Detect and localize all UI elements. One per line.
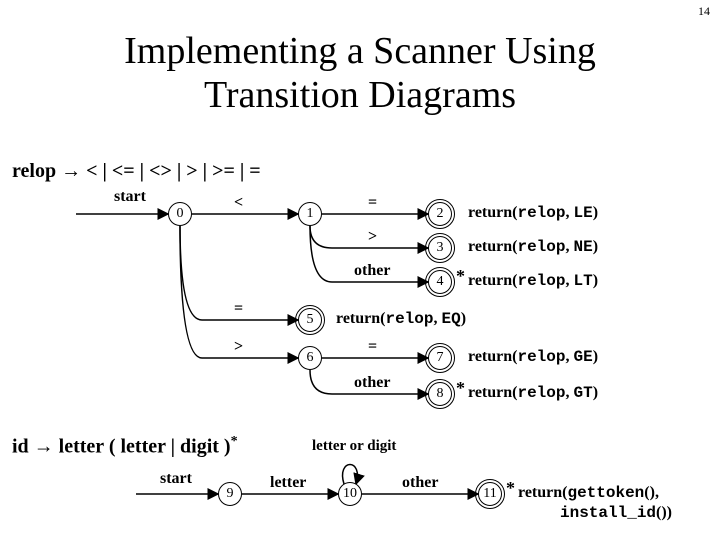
start-label-id: start [160, 470, 192, 488]
state-7: 7 [428, 346, 452, 370]
state-9: 9 [218, 482, 242, 506]
return-7: return(relop, GT) [468, 384, 598, 402]
page-title: Implementing a Scanner Using Transition … [0, 0, 720, 117]
retract-star-4: * [456, 266, 465, 287]
edge-letter-or-digit: letter or digit [312, 438, 396, 455]
return-6: return(relop, GE) [468, 348, 598, 366]
state-3: 3 [428, 236, 452, 260]
return-11b: install_id()) [560, 504, 672, 522]
return-4: return(relop, LT) [468, 272, 598, 290]
retract-star-8: * [456, 378, 465, 399]
edge-other-10-11: other [402, 474, 438, 492]
edge-gt-1-3: > [368, 228, 377, 246]
state-0: 0 [168, 202, 192, 226]
state-10: 10 [338, 482, 362, 506]
return-2: return(relop, LE) [468, 204, 598, 222]
slide: 14 Implementing a Scanner Using Transiti… [0, 0, 720, 540]
state-8: 8 [428, 382, 452, 406]
return-11a: return(gettoken(), [518, 484, 659, 502]
edge-lt: < [234, 194, 243, 212]
state-4: 4 [428, 270, 452, 294]
state-6: 6 [298, 346, 322, 370]
title-line-2: Transition Diagrams [204, 74, 516, 116]
grammar-id: id → letter ( letter | digit )* [12, 434, 238, 459]
edge-letter: letter [270, 474, 306, 492]
retract-star-11: * [506, 478, 515, 499]
edge-other-6-8: other [354, 374, 390, 392]
return-5: return(relop, EQ) [336, 310, 466, 328]
edge-other-1-4: other [354, 262, 390, 280]
edge-gt-0-6: > [234, 338, 243, 356]
edge-eq-0-5: = [234, 300, 243, 318]
edge-eq-6-7: = [368, 338, 377, 356]
start-label-relop: start [114, 188, 146, 206]
state-11: 11 [478, 482, 502, 506]
page-number: 14 [698, 4, 710, 19]
state-1: 1 [298, 202, 322, 226]
state-5: 5 [298, 308, 322, 332]
edge-eq-1-2: = [368, 194, 377, 212]
return-3: return(relop, NE) [468, 238, 598, 256]
grammar-id-star: * [231, 434, 238, 449]
state-2: 2 [428, 202, 452, 226]
grammar-relop: relop → < | <= | <> | > | >= | = [12, 160, 261, 183]
title-line-1: Implementing a Scanner Using [124, 30, 596, 72]
grammar-id-body: id → letter ( letter | digit ) [12, 436, 231, 458]
